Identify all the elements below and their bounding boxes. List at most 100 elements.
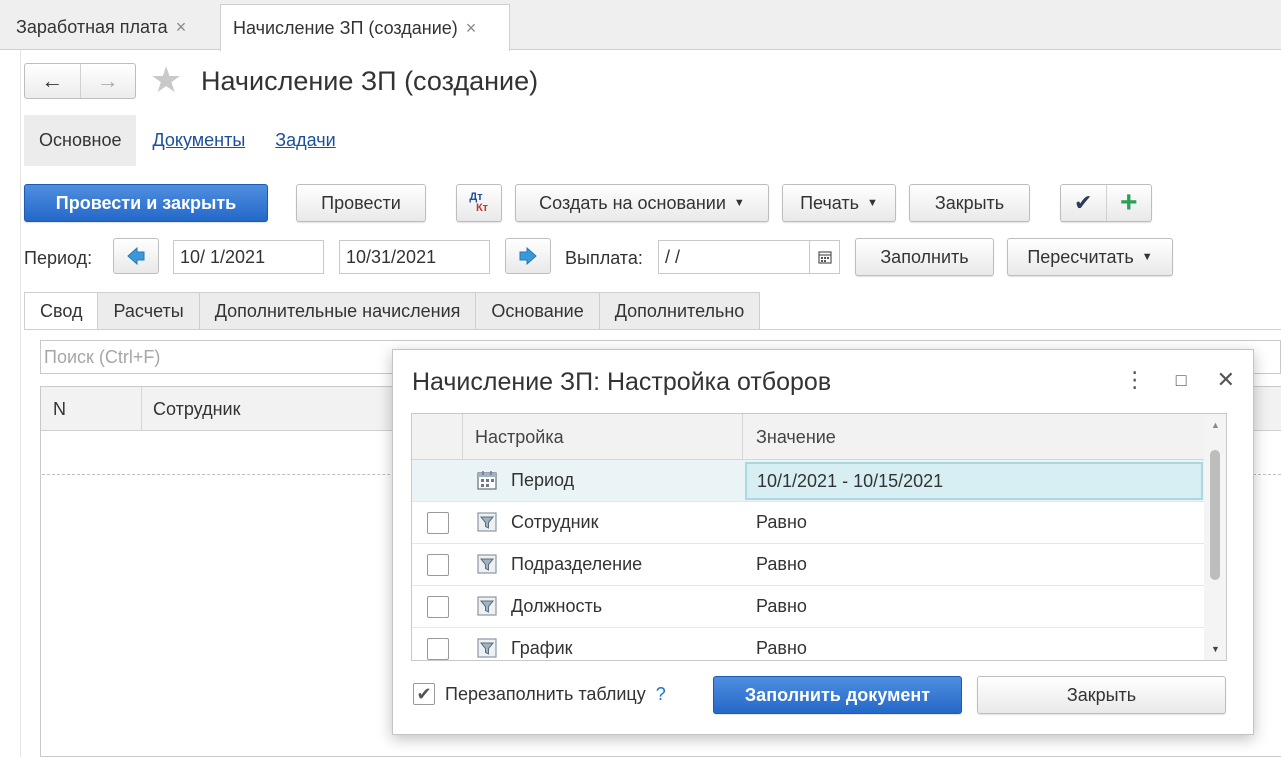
close-button[interactable]: Закрыть (909, 184, 1030, 222)
recalculate-button[interactable]: Пересчитать ▼ (1007, 238, 1173, 276)
column-employee-header[interactable]: Сотрудник (153, 399, 240, 420)
calendar-period-icon (477, 471, 497, 490)
tab-summary[interactable]: Свод (24, 292, 99, 330)
filter-condition[interactable]: Равно (756, 554, 807, 575)
back-button[interactable]: ← (25, 64, 80, 98)
fill-document-button[interactable]: Заполнить документ (713, 676, 962, 714)
calendar-icon[interactable] (809, 241, 839, 273)
post-button[interactable]: Провести (296, 184, 426, 222)
filter-checkbox[interactable] (427, 596, 449, 618)
filter-checkbox[interactable] (427, 512, 449, 534)
close-icon[interactable]: ✕ (1217, 368, 1235, 392)
scroll-up-icon[interactable]: ▲ (1211, 420, 1220, 430)
dt-kt-button[interactable]: Дт Кт (456, 184, 502, 222)
filter-checkbox[interactable] (427, 638, 449, 660)
chevron-down-icon: ▼ (733, 197, 745, 209)
maximize-icon[interactable]: □ (1176, 368, 1187, 392)
period-label: Период: (24, 248, 93, 268)
filter-value-input[interactable]: 10/1/2021 - 10/15/2021 (745, 462, 1203, 500)
tab-calculations[interactable]: Расчеты (98, 292, 200, 330)
tab-accrual-label: Начисление ЗП (создание) (233, 17, 458, 38)
content-tabs: Свод Расчеты Дополнительные начисления О… (24, 292, 761, 330)
payout-date-input[interactable]: / / (658, 240, 840, 274)
dt-kt-icon: Дт Кт (469, 192, 489, 214)
chevron-down-icon: ▼ (867, 197, 878, 209)
filter-condition[interactable]: Равно (756, 596, 807, 617)
close-icon[interactable]: × (176, 17, 187, 38)
filter-funnel-icon (477, 512, 497, 532)
filter-funnel-icon (477, 554, 497, 574)
section-documents-link[interactable]: Документы (152, 130, 245, 151)
tab-additional-accruals[interactable]: Дополнительные начисления (199, 292, 477, 330)
print-button[interactable]: Печать ▼ (782, 184, 896, 222)
kt-label: Кт (475, 202, 489, 214)
filter-condition[interactable]: Равно (756, 512, 807, 533)
tabs-divider (24, 329, 1281, 330)
tab-basis[interactable]: Основание (476, 292, 600, 330)
period-to-input[interactable]: 10/31/2021 (339, 240, 490, 274)
filter-row-period[interactable]: Период 10/1/2021 - 10/15/2021 (412, 460, 1204, 502)
chevron-down-icon: ▼ (1141, 251, 1153, 263)
filter-checkbox[interactable] (427, 554, 449, 576)
dialog-title: Начисление ЗП: Настройка отборов (412, 368, 832, 396)
dialog-close-button[interactable]: Закрыть (977, 676, 1226, 714)
tab-salary-label: Заработная плата (16, 16, 168, 37)
column-divider (742, 414, 743, 460)
filter-settings-dialog: Начисление ЗП: Настройка отборов ⋮ □ ✕ Н… (392, 349, 1254, 735)
fill-button[interactable]: Заполнить (855, 238, 994, 276)
payout-date-value: / / (665, 246, 681, 267)
page-title: Начисление ЗП (создание) (201, 66, 539, 96)
filter-funnel-icon (477, 596, 497, 616)
period-next-button[interactable] (505, 238, 551, 274)
create-based-on-label: Создать на основании (539, 192, 726, 213)
nav-group: ← → (24, 63, 136, 99)
arrow-left-icon (127, 246, 145, 266)
scroll-down-icon[interactable]: ▼ (1211, 644, 1220, 654)
create-based-on-button[interactable]: Создать на основании ▼ (515, 184, 769, 222)
section-tasks-link[interactable]: Задачи (275, 130, 335, 151)
close-icon[interactable]: × (466, 18, 477, 39)
filter-name: Подразделение (511, 554, 643, 574)
filter-row-employee[interactable]: Сотрудник Равно (412, 502, 1204, 544)
window-tabstrip: Заработная плата × Начисление ЗП (создан… (0, 0, 1281, 51)
vertical-scrollbar[interactable]: ▲ ▼ (1204, 414, 1226, 660)
post-and-close-button[interactable]: Провести и закрыть (24, 184, 268, 222)
scrollbar-thumb[interactable] (1210, 450, 1220, 580)
favorite-star-icon[interactable]: ★ (150, 62, 182, 98)
filter-row-schedule[interactable]: График Равно (412, 628, 1204, 660)
tab-additional[interactable]: Дополнительно (599, 292, 761, 330)
help-icon[interactable]: ? (656, 684, 666, 705)
print-label: Печать (800, 192, 860, 213)
period-from-input[interactable]: 10/ 1/2021 (173, 240, 324, 274)
column-setting-header[interactable]: Настройка (475, 427, 564, 448)
column-value-header[interactable]: Значение (756, 427, 836, 448)
more-menu-icon[interactable]: ⋮ (1124, 368, 1146, 392)
recalculate-label: Пересчитать (1027, 246, 1134, 267)
filter-name: Должность (511, 596, 603, 616)
filter-row-department[interactable]: Подразделение Равно (412, 544, 1204, 586)
check-add-group: ✔ + (1060, 184, 1152, 222)
filter-settings-table: Настройка Значение Период 10/1/2021 - 10… (411, 413, 1227, 661)
add-icon[interactable]: + (1107, 185, 1152, 221)
dialog-window-controls: ⋮ □ ✕ (1124, 368, 1235, 392)
period-prev-button[interactable] (113, 238, 159, 274)
filter-condition[interactable]: Равно (756, 638, 807, 659)
refill-table-option[interactable]: ✔ Перезаполнить таблицу ? (413, 683, 666, 705)
refill-checkbox[interactable]: ✔ (413, 683, 435, 705)
section-main[interactable]: Основное (24, 115, 137, 166)
tab-accrual-create[interactable]: Начисление ЗП (создание) × (220, 4, 510, 51)
filter-funnel-icon (477, 638, 497, 658)
column-divider (141, 387, 142, 431)
filter-name: График (511, 638, 573, 658)
tab-salary[interactable]: Заработная плата × (4, 4, 218, 50)
filter-name: Период (511, 470, 575, 490)
payout-label: Выплата: (565, 248, 643, 268)
arrow-right-icon (519, 246, 537, 266)
forward-button[interactable]: → (79, 64, 136, 98)
column-divider (462, 414, 463, 460)
check-icon[interactable]: ✔ (1061, 185, 1107, 221)
filter-name: Сотрудник (511, 512, 599, 532)
column-n-header[interactable]: N (53, 399, 66, 420)
filter-row-position[interactable]: Должность Равно (412, 586, 1204, 628)
refill-label: Перезаполнить таблицу (445, 683, 646, 704)
